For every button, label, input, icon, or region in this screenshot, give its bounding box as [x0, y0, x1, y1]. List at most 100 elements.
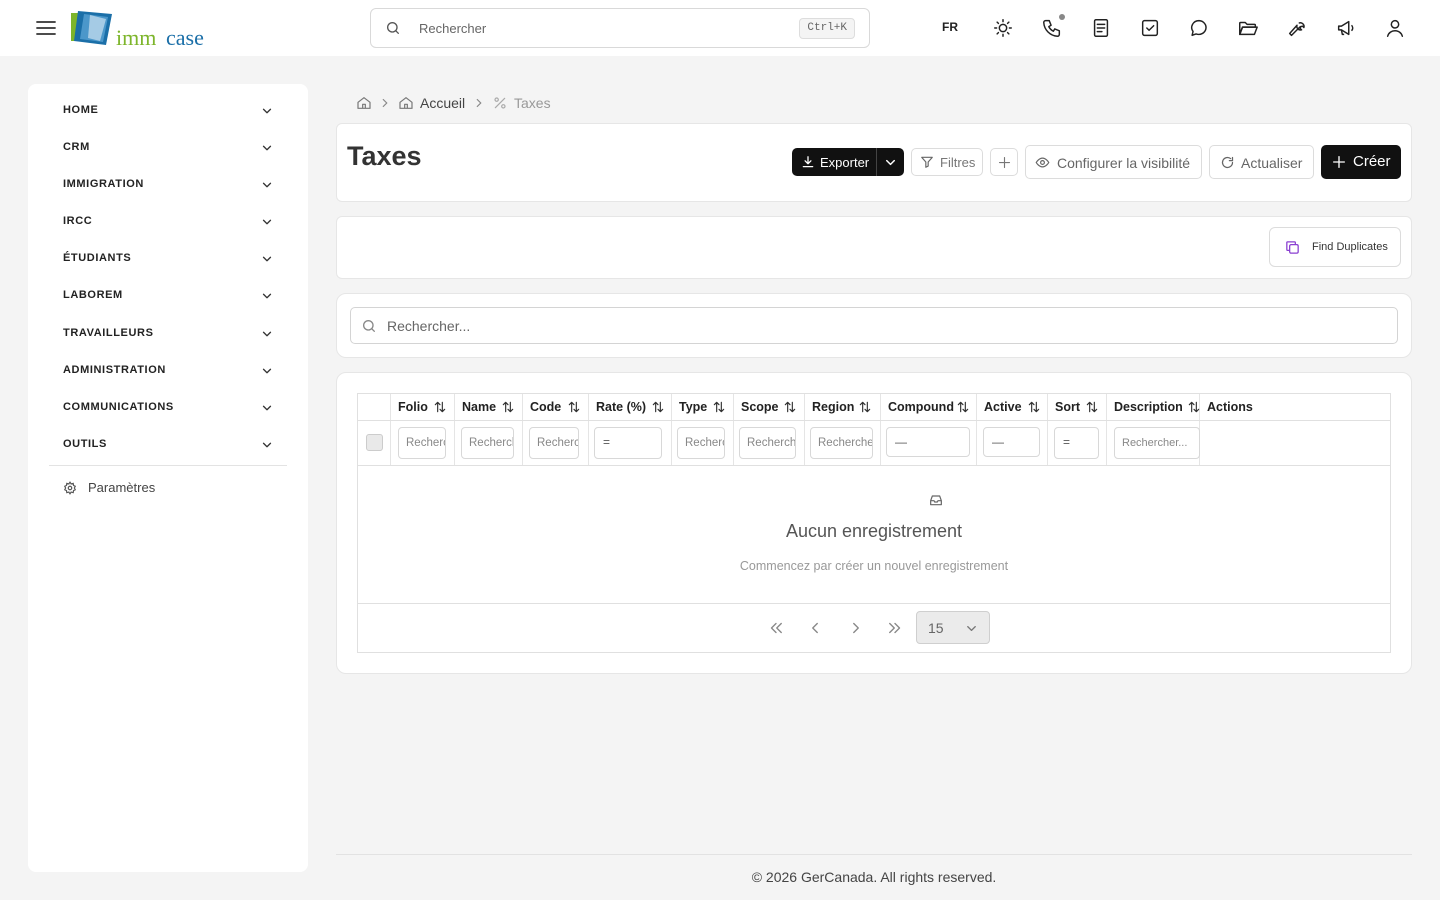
previous-page-icon[interactable] [806, 619, 824, 637]
column-header-active[interactable]: Active [977, 394, 1048, 420]
sidebar-item-administration[interactable]: ADMINISTRATION [49, 358, 287, 384]
sidebar-item-crm[interactable]: CRM [49, 135, 287, 161]
sidebar-item-home[interactable]: HOME [49, 98, 287, 124]
filter-cell [455, 421, 523, 465]
first-page-icon[interactable] [767, 619, 785, 637]
table-search[interactable] [350, 307, 1398, 344]
gear-icon [63, 481, 77, 495]
column-header-sort[interactable]: Sort [1048, 394, 1107, 420]
add-filter-button[interactable] [990, 148, 1018, 176]
table-header-row: Folio Name Code Rate (%) Type Scope Regi… [358, 394, 1390, 421]
sidebar-item-ircc[interactable]: IRCC [49, 209, 287, 235]
next-page-icon[interactable] [847, 619, 865, 637]
sort-icon[interactable] [1085, 400, 1099, 414]
filter-select-active[interactable]: — [983, 427, 1040, 457]
copy-icon [1284, 239, 1301, 256]
tasks-icon[interactable] [1139, 17, 1161, 39]
column-header-scope[interactable]: Scope [734, 394, 805, 420]
folder-icon[interactable] [1237, 17, 1259, 39]
sort-icon[interactable] [858, 400, 872, 414]
sort-icon[interactable] [712, 400, 726, 414]
app-logo[interactable]: imm case [70, 11, 210, 50]
select-all-checkbox[interactable] [366, 434, 383, 451]
filter-input-scope[interactable] [739, 427, 796, 459]
chevron-down-icon [260, 364, 274, 378]
column-header-label: Description [1114, 400, 1183, 414]
refresh-label: Actualiser [1241, 155, 1303, 171]
home-icon [398, 95, 414, 111]
filter-input-folio[interactable] [398, 427, 446, 459]
column-header-region[interactable]: Region [805, 394, 881, 420]
global-search[interactable]: Ctrl+K [370, 8, 870, 48]
sidebar-item-communications[interactable]: COMMUNICATIONS [49, 395, 287, 421]
home-icon[interactable] [356, 95, 372, 111]
sidebar-item-label: HOME [63, 104, 99, 116]
sidebar-item-immigration[interactable]: IMMIGRATION [49, 172, 287, 198]
column-header-label: Actions [1207, 400, 1253, 414]
filters-button[interactable]: Filtres [911, 148, 983, 176]
user-icon[interactable] [1384, 17, 1406, 39]
plus-icon [1331, 154, 1347, 170]
column-header-name[interactable]: Name [455, 394, 523, 420]
configure-visibility-label: Configurer la visibilité [1057, 155, 1191, 171]
sort-icon[interactable] [1027, 400, 1041, 414]
filter-input-description[interactable] [1114, 427, 1200, 459]
column-header-code[interactable]: Code [523, 394, 589, 420]
column-header-folio[interactable]: Folio [391, 394, 455, 420]
sort-icon[interactable] [651, 400, 665, 414]
data-table: Folio Name Code Rate (%) Type Scope Regi… [357, 393, 1391, 653]
sidebar-item-parametres[interactable]: Paramètres [49, 477, 287, 499]
sidebar-item-label: ADMINISTRATION [63, 364, 166, 376]
global-search-input[interactable] [419, 18, 779, 38]
sidebar-item-outils[interactable]: OUTILS [49, 432, 287, 458]
sidebar-item-travailleurs[interactable]: TRAVAILLEURS [49, 321, 287, 347]
column-header-rate[interactable]: Rate (%) [589, 394, 672, 420]
sort-icon[interactable] [501, 400, 515, 414]
column-header-description[interactable]: Description [1107, 394, 1200, 420]
create-button[interactable]: Créer [1321, 145, 1401, 179]
sort-icon[interactable] [783, 400, 797, 414]
sidebar-item-label: OUTILS [63, 438, 107, 450]
pagination-divider [358, 603, 1390, 604]
filter-select-rate[interactable]: = [594, 427, 662, 459]
sort-icon[interactable] [567, 400, 581, 414]
find-duplicates-button[interactable]: Find Duplicates [1269, 227, 1401, 267]
configure-visibility-button[interactable]: Configurer la visibilité [1025, 145, 1202, 179]
last-page-icon[interactable] [886, 619, 904, 637]
megaphone-icon[interactable] [1335, 17, 1357, 39]
language-switcher[interactable]: FR [942, 20, 958, 34]
filter-cell [734, 421, 805, 465]
filter-select-sort[interactable]: = [1054, 427, 1099, 459]
breadcrumb-home-link[interactable]: Accueil [420, 95, 465, 111]
sort-icon[interactable] [433, 400, 447, 414]
column-header-compound[interactable]: Compound [881, 394, 977, 420]
export-label: Exporter [820, 155, 870, 170]
sidebar-item-laborem[interactable]: LABOREM [49, 283, 287, 309]
export-dropdown-button[interactable] [876, 148, 904, 176]
chevron-down-icon [260, 289, 274, 303]
sidebar-item-etudiants[interactable]: ÉTUDIANTS [49, 246, 287, 272]
filter-input-name[interactable] [461, 427, 514, 459]
notes-icon[interactable] [1090, 17, 1112, 39]
chevron-down-icon [883, 155, 898, 170]
create-label: Créer [1353, 153, 1391, 170]
search-icon [361, 318, 377, 334]
footer-copyright: © 2026 GerCanada. All rights reserved. [751, 869, 997, 885]
phone-icon[interactable] [1041, 17, 1063, 39]
refresh-button[interactable]: Actualiser [1209, 145, 1314, 179]
sidebar-item-label: IRCC [63, 215, 93, 227]
page-size-select[interactable]: 15 [916, 611, 990, 644]
table-search-input[interactable] [387, 316, 1367, 336]
tools-icon[interactable] [1286, 17, 1308, 39]
filter-input-code[interactable] [529, 427, 579, 459]
export-button[interactable]: Exporter [792, 148, 876, 176]
filter-input-region[interactable] [810, 427, 873, 459]
sun-icon[interactable] [992, 17, 1014, 39]
column-header-type[interactable]: Type [672, 394, 734, 420]
sort-icon[interactable] [1187, 400, 1201, 414]
filter-input-type[interactable] [677, 427, 725, 459]
messages-icon[interactable] [1188, 17, 1210, 39]
menu-icon[interactable] [34, 16, 58, 40]
sort-icon[interactable] [956, 400, 970, 414]
filter-select-compound[interactable]: — [886, 427, 970, 457]
